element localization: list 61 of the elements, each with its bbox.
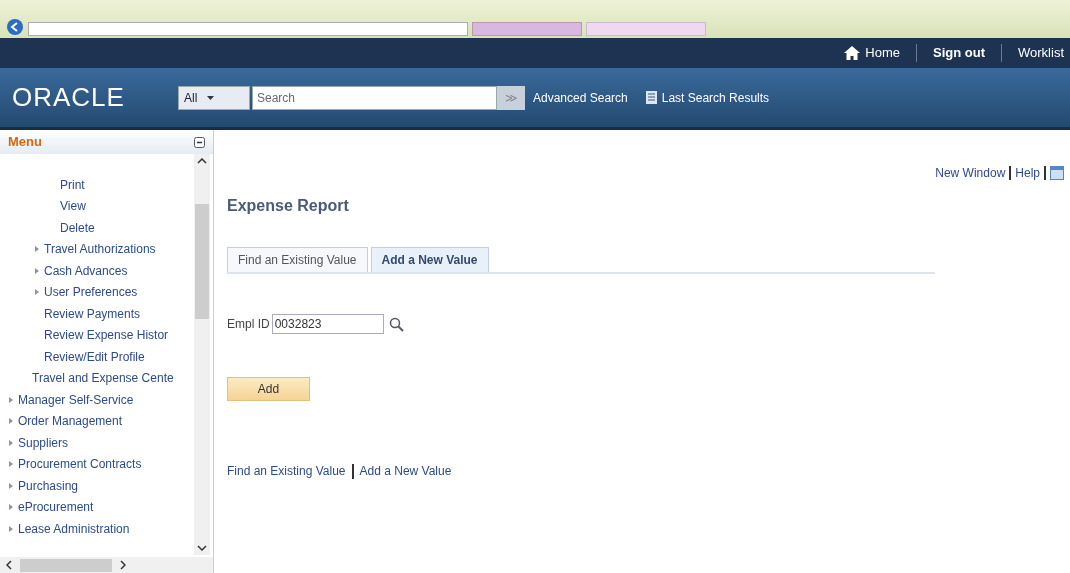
menu-item[interactable]: Lease Administration <box>18 519 130 538</box>
expand-arrow-icon[interactable] <box>8 438 14 447</box>
scroll-right-icon[interactable] <box>120 560 126 570</box>
nav-link[interactable]: Sign out <box>933 43 985 63</box>
advanced-search-link[interactable]: Advanced Search <box>533 88 628 107</box>
menu-item[interactable]: Print <box>60 175 85 194</box>
menu-item[interactable]: Delete <box>60 218 95 237</box>
expand-arrow-icon[interactable] <box>34 288 40 297</box>
page-link[interactable]: New Window <box>935 164 1006 182</box>
menu-item[interactable]: Review Payments <box>44 304 141 323</box>
menu-title: Menu <box>8 133 42 152</box>
menu-item[interactable]: Suppliers <box>18 433 69 452</box>
expand-arrow-icon[interactable] <box>8 395 14 404</box>
address-bar[interactable] <box>28 22 468 36</box>
scrollbar-thumb[interactable] <box>20 558 112 572</box>
page-link[interactable]: Help <box>1015 164 1040 182</box>
add-button[interactable]: Add <box>227 377 310 401</box>
menu-item[interactable]: Review/Edit Profile <box>44 347 145 366</box>
menu-item[interactable]: Order Management <box>18 412 123 431</box>
scroll-left-icon[interactable] <box>6 560 12 570</box>
expand-arrow-icon[interactable] <box>8 417 14 426</box>
nav-link[interactable]: Home <box>844 43 900 63</box>
expand-arrow-icon[interactable] <box>34 245 40 254</box>
menu-item[interactable]: Procurement Contracts <box>18 455 142 474</box>
scroll-up-icon[interactable] <box>197 158 207 164</box>
dropdown-caret-icon <box>207 95 215 100</box>
home-icon <box>844 46 861 60</box>
search-field[interactable]: Search <box>252 85 497 110</box>
expand-arrow-icon[interactable] <box>34 266 40 275</box>
document-icon <box>645 91 657 104</box>
menu-item[interactable]: View <box>60 197 86 216</box>
expand-arrow-icon[interactable] <box>8 460 14 469</box>
menu-item[interactable]: Manager Self-Service <box>18 390 134 409</box>
empl-id-field[interactable]: 0032823 <box>271 314 384 334</box>
last-search-results-link[interactable]: Last Search Results <box>661 88 770 107</box>
collapse-icon[interactable] <box>194 136 205 148</box>
menu-item[interactable]: eProcurement <box>18 498 94 517</box>
tab[interactable]: Find an Existing Value <box>227 247 368 272</box>
page-link[interactable]: Add a New Value <box>359 462 452 480</box>
menu-item[interactable]: Purchasing <box>18 476 79 495</box>
menu-item[interactable]: Travel Authorizations <box>44 240 156 259</box>
tab[interactable]: Add a New Value <box>370 247 489 272</box>
expand-arrow-icon[interactable] <box>8 503 14 512</box>
vertical-scrollbar[interactable] <box>194 154 210 555</box>
expand-arrow-icon[interactable] <box>8 481 14 490</box>
oracle-logo: ORACLE <box>12 81 126 114</box>
menu-item[interactable]: User Preferences <box>44 283 138 302</box>
menu-item[interactable]: Review Expense Histor <box>44 326 169 345</box>
search-scope-dropdown[interactable]: All <box>178 85 250 110</box>
field-label: Empl ID <box>227 316 270 333</box>
menu-item[interactable]: Cash Advances <box>44 261 128 280</box>
scrollbar-thumb[interactable] <box>195 204 209 319</box>
expand-arrow-icon[interactable] <box>8 524 14 533</box>
page-title: Expense Report <box>227 196 350 216</box>
window-icon[interactable] <box>1050 166 1064 180</box>
nav-link[interactable]: Worklist <box>1018 43 1064 63</box>
search-icon[interactable] <box>388 316 404 332</box>
horizontal-scrollbar[interactable] <box>0 557 213 573</box>
menu-item[interactable]: Travel and Expense Cente <box>32 369 174 388</box>
scroll-down-icon[interactable] <box>197 545 207 551</box>
page-link[interactable]: Find an Existing Value <box>227 462 346 480</box>
